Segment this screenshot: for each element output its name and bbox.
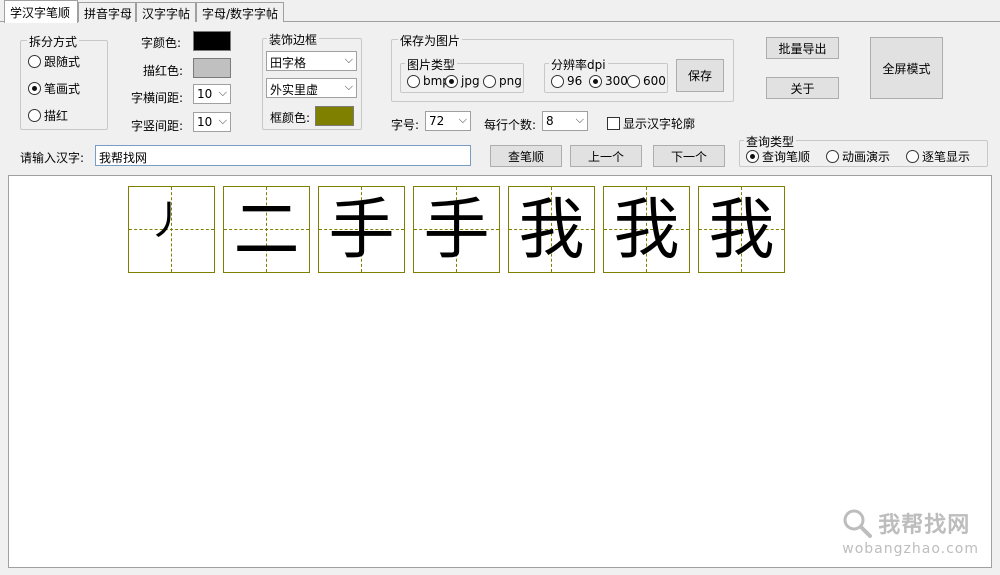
tab-hanzi-copybook[interactable]: 汉字字帖 [136, 2, 196, 22]
stroke-glyph: 我 [518, 190, 585, 268]
about-button[interactable]: 关于 [766, 77, 839, 99]
chevron-down-icon: ⌵ [218, 114, 227, 127]
stroke-cell: 我 [698, 186, 785, 273]
radio-selected-icon[interactable] [445, 74, 458, 88]
stroke-glyph: 丿 [147, 198, 187, 244]
stroke-cell: 我 [603, 186, 690, 273]
lookup-button[interactable]: 查笔顺 [490, 145, 562, 167]
input-label: 请输入汉字: [20, 151, 85, 165]
stroke-cell: 手 [318, 186, 405, 273]
v-spacing-select[interactable]: 10 ⌵ [193, 112, 231, 132]
fullscreen-button[interactable]: 全屏模式 [870, 37, 943, 99]
trace-color-label: 描红色: [143, 64, 184, 78]
radio-icon[interactable] [826, 150, 839, 163]
radio-icon[interactable] [551, 74, 564, 88]
hanzi-input[interactable]: 我帮找网 [95, 145, 471, 166]
next-button[interactable]: 下一个 [653, 145, 725, 167]
chevron-down-icon: ⌵ [575, 113, 584, 126]
batch-export-button[interactable]: 批量导出 [766, 37, 839, 59]
dpi-96[interactable]: 96 [551, 74, 582, 88]
font-size-select[interactable]: 72 ⌵ [425, 111, 471, 131]
stroke-glyph: 我 [613, 190, 680, 268]
stroke-glyph: 手 [328, 190, 395, 268]
watermark-site: wobangzhao.com [842, 541, 979, 557]
frame-color-swatch[interactable] [315, 106, 354, 126]
magnifier-icon [843, 509, 873, 538]
chevron-down-icon: ⌵ [344, 80, 353, 93]
chevron-down-icon: ⌵ [344, 53, 353, 66]
chevron-down-icon: ⌵ [458, 113, 467, 126]
checkbox-icon[interactable] [607, 117, 620, 130]
split-mode-option-follow[interactable]: 跟随式 [28, 53, 80, 70]
image-type-png[interactable]: png [483, 74, 522, 88]
radio-icon[interactable] [28, 55, 41, 68]
save-button[interactable]: 保存 [676, 59, 724, 92]
radio-selected-icon[interactable] [28, 82, 41, 95]
grid-type-select[interactable]: 田字格 ⌵ [266, 51, 357, 71]
chevron-down-icon: ⌵ [218, 86, 227, 99]
split-mode-option-trace[interactable]: 描红 [28, 107, 68, 124]
radio-icon[interactable] [906, 150, 919, 163]
line-style-select[interactable]: 外实里虚 ⌵ [266, 78, 357, 98]
tab-stroke-order[interactable]: 学汉字笔顺 [4, 0, 78, 23]
h-spacing-label: 字横间距: [131, 91, 184, 105]
tab-pinyin[interactable]: 拼音字母 [78, 2, 136, 22]
v-spacing-label: 字竖间距: [131, 119, 184, 133]
font-size-label: 字号: [391, 118, 420, 132]
dpi-600[interactable]: 600 [627, 74, 666, 88]
save-image-title: 保存为图片 [398, 32, 463, 49]
radio-icon[interactable] [627, 74, 640, 88]
query-option-step-by-step[interactable]: 逐笔显示 [906, 148, 970, 165]
stroke-glyph: 我 [708, 190, 775, 268]
radio-selected-icon[interactable] [746, 150, 759, 163]
radio-icon[interactable] [28, 109, 41, 122]
query-option-stroke-order[interactable]: 查询笔顺 [746, 148, 810, 165]
query-option-animation[interactable]: 动画演示 [826, 148, 890, 165]
per-row-select[interactable]: 8 ⌵ [542, 111, 588, 131]
stroke-glyph: 二 [233, 190, 300, 268]
watermark: 我帮找网 wobangzhao.com [842, 507, 979, 557]
per-row-label: 每行个数: [484, 118, 537, 132]
dpi-300[interactable]: 300 [589, 74, 628, 88]
dpi-title: 分辨率dpi [549, 56, 608, 73]
stroke-cell: 二 [223, 186, 310, 273]
radio-selected-icon[interactable] [589, 74, 602, 88]
frame-color-label: 框颜色: [270, 111, 311, 125]
stroke-cell: 手 [413, 186, 500, 273]
image-type-jpg[interactable]: jpg [445, 74, 480, 88]
tab-letter-copybook[interactable]: 字母/数字字帖 [196, 2, 284, 22]
watermark-title: 我帮找网 [878, 513, 971, 538]
split-mode-option-stroke[interactable]: 笔画式 [28, 80, 80, 97]
show-outline-checkbox[interactable]: 显示汉字轮廓 [607, 115, 695, 132]
radio-icon[interactable] [407, 74, 420, 88]
stroke-glyph: 手 [423, 190, 490, 268]
image-type-bmp[interactable]: bmp [407, 74, 450, 88]
h-spacing-select[interactable]: 10 ⌵ [193, 84, 231, 104]
trace-color-swatch[interactable] [193, 58, 231, 78]
radio-icon[interactable] [483, 74, 496, 88]
stroke-cell: 我 [508, 186, 595, 273]
prev-button[interactable]: 上一个 [570, 145, 642, 167]
stroke-cell: 丿 [128, 186, 215, 273]
image-type-title: 图片类型 [405, 56, 458, 73]
border-title: 装饰边框 [267, 31, 320, 48]
char-color-swatch[interactable] [193, 31, 231, 51]
stroke-canvas: 丿 二 手 手 我 我 我 我帮找网 wobangzhao.com [8, 175, 992, 568]
split-mode-title: 拆分方式 [27, 33, 80, 50]
char-color-label: 字颜色: [141, 36, 182, 50]
